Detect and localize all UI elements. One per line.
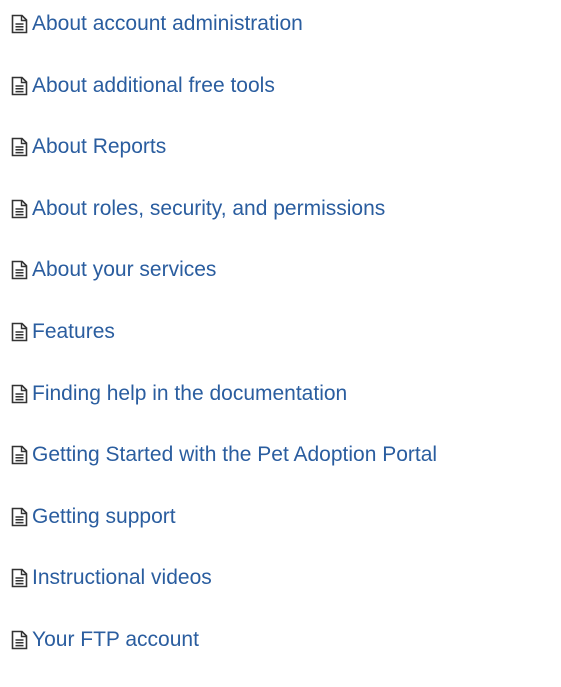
topic-link-label: Getting support [32, 504, 176, 528]
list-item: About additional free tools [10, 71, 437, 133]
topic-link-label: Instructional videos [32, 566, 212, 590]
list-item: About roles, security, and permissions [10, 194, 437, 256]
document-icon [10, 13, 29, 35]
topic-link-label: Finding help in the documentation [32, 381, 348, 405]
document-icon [10, 321, 29, 343]
list-item: Features [10, 317, 437, 379]
document-icon [10, 75, 29, 97]
documentation-topic-list: About account administration About addit… [10, 9, 437, 687]
topic-link-label: Features [32, 319, 115, 343]
topic-link-label: About your services [32, 258, 217, 282]
document-icon [10, 629, 29, 651]
document-icon [10, 136, 29, 158]
list-item: Getting support [10, 502, 437, 564]
topic-link-about-additional-free-tools[interactable]: About additional free tools [10, 71, 275, 101]
topic-link-getting-started[interactable]: Getting Started with the Pet Adoption Po… [10, 440, 437, 470]
document-icon [10, 444, 29, 466]
topic-link-label: About Reports [32, 135, 167, 159]
document-icon [10, 506, 29, 528]
list-item: About your services [10, 255, 437, 317]
topic-link-about-roles-security-permissions[interactable]: About roles, security, and permissions [10, 194, 385, 224]
topic-link-label: About additional free tools [32, 73, 275, 97]
topic-link-features[interactable]: Features [10, 317, 115, 347]
topic-link-label: About roles, security, and permissions [32, 196, 386, 220]
topic-link-your-ftp-account[interactable]: Your FTP account [10, 625, 199, 655]
topic-link-about-reports[interactable]: About Reports [10, 132, 166, 162]
topic-link-label: About account administration [32, 12, 303, 35]
list-item: Getting Started with the Pet Adoption Po… [10, 440, 437, 502]
topic-link-finding-help[interactable]: Finding help in the documentation [10, 379, 347, 409]
topic-link-label: Your FTP account [32, 627, 199, 651]
document-icon [10, 567, 29, 589]
list-item: Instructional videos [10, 563, 437, 625]
topic-link-instructional-videos[interactable]: Instructional videos [10, 563, 212, 593]
document-icon [10, 198, 29, 220]
list-item: About Reports [10, 132, 437, 194]
topic-link-label: Getting Started with the Pet Adoption Po… [32, 443, 438, 467]
document-icon [10, 259, 29, 281]
document-icon [10, 383, 29, 405]
topic-link-getting-support[interactable]: Getting support [10, 502, 176, 532]
list-item: About account administration [10, 9, 437, 71]
list-item: Finding help in the documentation [10, 379, 437, 441]
topic-link-about-your-services[interactable]: About your services [10, 255, 216, 285]
topic-link-about-account-administration[interactable]: About account administration [10, 9, 303, 39]
